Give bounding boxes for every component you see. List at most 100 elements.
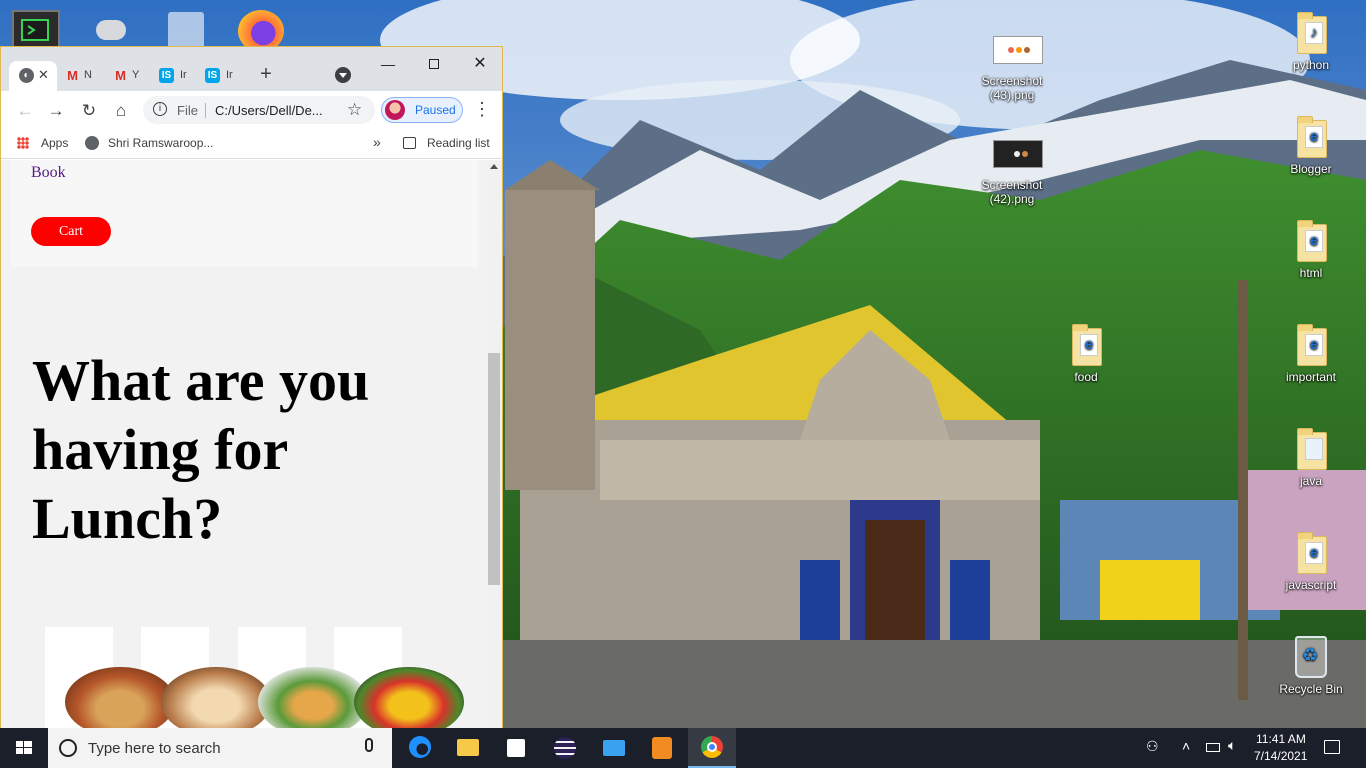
tab-internshala-1[interactable]: IS Ir [153,61,197,91]
folder-icon: e [1291,532,1331,576]
globe-icon [85,136,99,150]
tab-gmail-1[interactable]: M N [59,61,103,91]
new-tab-button[interactable]: + [255,63,277,85]
salad-image[interactable] [354,667,464,729]
folder-icon: e [1291,324,1331,368]
eclipse-icon [554,737,576,759]
profile-button[interactable]: Paused [381,97,463,123]
taskbar-store[interactable] [492,728,540,768]
taskbar-search[interactable]: Type here to search [48,728,392,768]
tab-strip: ◐ ✕ M N M Y IS Ir IS Ir + — ✕ [1,47,502,91]
desktop-icon-screenshot-42[interactable]: Screenshot (42).png [974,132,1050,206]
taskbar-edge[interactable] [396,728,444,768]
chevron-up-icon[interactable]: ˄ [1182,738,1190,754]
folder-icon [457,739,479,756]
sublime-icon [652,737,672,759]
avatar [385,100,405,120]
taskbar-mail[interactable] [590,728,638,768]
system-tray: ⚇ ˄ 🔈︎ 11:41 AM 7/14/2021 [1140,728,1366,768]
home-button[interactable]: ⌂ [109,99,133,123]
burger-image[interactable] [258,667,368,729]
folder-icon [1291,428,1331,472]
tab-gmail-2[interactable]: M Y [107,61,151,91]
info-icon: i [153,102,167,116]
chrome-window: ◐ ✕ M N M Y IS Ir IS Ir + — ✕ ← → ↻ ⌂ i … [0,46,503,729]
folder-icon: e [1291,220,1331,264]
reading-list-icon [403,137,416,149]
file-label: File [177,103,198,118]
internshala-icon: IS [159,68,174,83]
clock-date[interactable]: 7/14/2021 [1254,749,1307,763]
taskbar-chrome[interactable] [688,728,736,768]
gamepad-icon[interactable] [96,20,126,40]
taskbar-sublime[interactable] [638,728,686,768]
internshala-icon: IS [205,68,220,83]
cart-button[interactable]: Cart [31,217,111,246]
gmail-icon: M [67,68,78,83]
search-placeholder: Type here to search [88,740,221,757]
tab-active[interactable]: ◐ ✕ [9,61,57,91]
microphone-icon[interactable] [365,738,373,752]
folder-icon: e [1291,116,1331,160]
menu-kebab-icon[interactable]: ⋮ [473,99,491,121]
bookmarks-bar: Apps Shri Ramswaroop... » Reading list [1,129,502,159]
windows-logo-icon [16,741,32,754]
minimize-button[interactable]: — [365,51,411,81]
scroll-up-icon[interactable] [490,164,498,169]
desktop-icon-javascript[interactable]: e javascript [1273,532,1349,592]
search-icon [59,739,77,757]
terminal-app-icon[interactable] [12,10,60,50]
notifications-icon[interactable] [1324,740,1340,754]
globe-icon: ◐ [19,68,34,83]
desktop-icon-recycle-bin[interactable]: ♻ Recycle Bin [1273,636,1349,696]
url-text: C:/Users/Dell/De... [215,103,323,118]
apps-grid-icon [17,137,29,149]
gmail-icon: M [115,68,126,83]
book-link[interactable]: Book [31,164,66,182]
reload-button[interactable]: ↻ [77,99,101,123]
people-icon[interactable]: ⚇ [1146,738,1159,755]
address-bar[interactable]: i File C:/Users/Dell/De... ☆ [143,96,375,124]
store-bag-icon [507,739,525,757]
desktop-icon-screenshot-43[interactable]: Screenshot (43).png [974,28,1050,102]
close-window-button[interactable]: ✕ [457,51,503,81]
battery-icon[interactable] [1206,743,1220,752]
desktop-icon-important[interactable]: e important [1273,324,1349,384]
desktop-icon-python[interactable]: ♪ python [1273,12,1349,72]
volume-icon[interactable]: 🔈︎ [1228,737,1236,754]
desktop-icon-html[interactable]: e html [1273,220,1349,280]
image-file-icon [992,28,1043,72]
taskbar: Type here to search ⚇ ˄ 🔈︎ 11:41 AM 7/14… [0,728,1366,768]
folder-icon: e [1066,324,1106,368]
mail-icon [603,740,625,756]
profile-status: Paused [415,103,456,117]
scrollbar-thumb[interactable] [488,353,500,585]
clock-time[interactable]: 11:41 AM [1256,732,1306,746]
start-button[interactable] [0,728,48,768]
nav-card: Book Cart [11,160,478,267]
desktop-icon-food[interactable]: e food [1048,324,1124,384]
browser-toolbar: ← → ↻ ⌂ i File C:/Users/Dell/De... ☆ Pau… [1,91,502,129]
close-tab-icon[interactable]: ✕ [38,67,49,83]
desktop-icon-java[interactable]: java [1273,428,1349,488]
tab-search-button[interactable] [335,67,351,83]
forward-button[interactable]: → [44,99,68,123]
maximize-button[interactable] [411,51,457,81]
chevron-down-icon [339,73,347,78]
page-headline: What are you having for Lunch? [32,348,370,551]
page-scrollbar[interactable] [486,160,502,729]
bookmarks-overflow-button[interactable]: » [373,134,381,150]
taskbar-file-explorer[interactable] [444,728,492,768]
page-viewport[interactable]: Book Cart What are you having for Lunch? [1,160,486,729]
taskbar-eclipse[interactable] [541,728,589,768]
tacos-image[interactable] [65,667,175,729]
back-button[interactable]: ← [13,99,37,123]
desktop-icon-blogger[interactable]: e Blogger [1273,116,1349,176]
bookmark-star-icon[interactable]: ☆ [347,100,362,120]
edge-icon [409,736,431,758]
recycle-bin-icon: ♻ [1291,636,1331,680]
folder-icon: ♪ [1291,12,1331,56]
tab-internshala-2[interactable]: IS Ir [199,61,243,91]
maximize-icon [429,59,439,69]
pizza-image[interactable] [161,667,271,729]
